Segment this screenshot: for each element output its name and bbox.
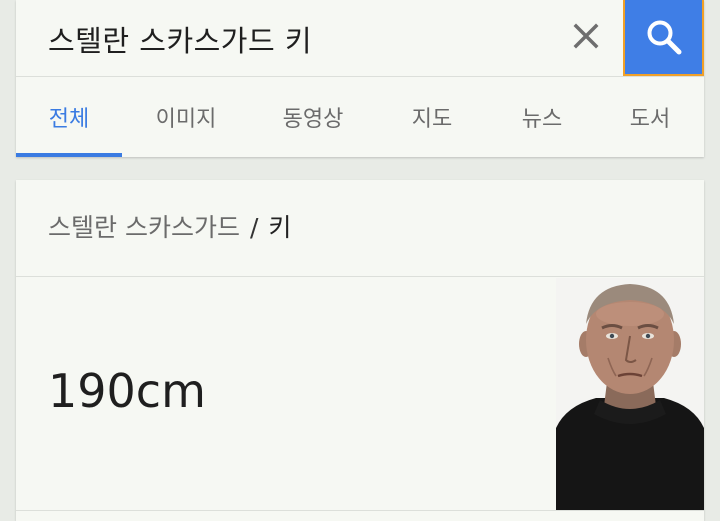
tab-images[interactable]: 이미지 [122, 77, 250, 157]
breadcrumb-separator: / [249, 213, 259, 242]
tab-videos[interactable]: 동영상 [250, 77, 376, 157]
breadcrumb: 스텔란 스카스가드 / 키 [48, 208, 291, 244]
answer-value: 190cm [48, 364, 206, 418]
tab-books[interactable]: 도서 [596, 77, 704, 157]
search-icon [647, 20, 681, 55]
search-input[interactable]: 스텔란 스카스가드 키 [48, 18, 312, 60]
person-portrait-image[interactable] [556, 278, 704, 510]
tab-all[interactable]: 전체 [16, 77, 122, 157]
answer-header: 스텔란 스카스가드 / 키 [16, 180, 704, 277]
breadcrumb-attribute: 키 [268, 213, 292, 242]
search-button[interactable] [623, 0, 704, 76]
search-bar: 스텔란 스카스가드 키 [16, 0, 704, 77]
portrait-illustration [556, 278, 704, 510]
breadcrumb-entity-link[interactable]: 스텔란 스카스가드 [48, 213, 240, 242]
card-divider [16, 510, 704, 511]
close-icon [573, 23, 599, 49]
clear-search-button[interactable] [568, 14, 604, 58]
tab-news[interactable]: 뉴스 [488, 77, 596, 157]
answer-card: 스텔란 스카스가드 / 키 190cm [16, 180, 704, 521]
search-card: 스텔란 스카스가드 키 전체 이미지 동영상 지도 뉴스 도서 [16, 0, 704, 157]
search-tabs: 전체 이미지 동영상 지도 뉴스 도서 [16, 77, 704, 157]
tab-maps[interactable]: 지도 [376, 77, 488, 157]
